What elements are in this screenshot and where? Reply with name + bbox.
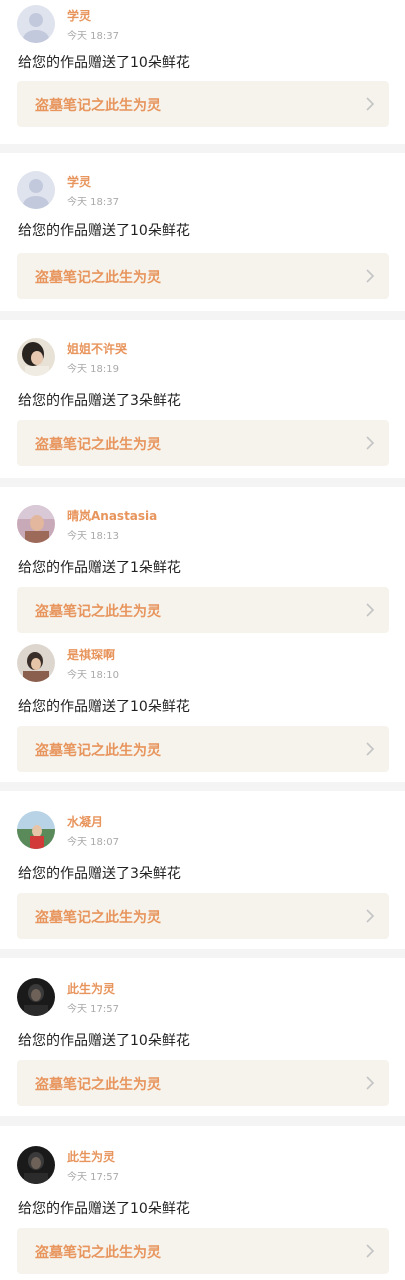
timestamp: 今天 18:37 — [67, 31, 119, 42]
chevron-right-icon — [366, 1076, 375, 1090]
avatar[interactable] — [17, 811, 55, 849]
notification-card: 水凝月 今天 18:07 给您的作品赠送了3朵鲜花 盗墓笔记之此生为灵 — [0, 791, 405, 949]
timestamp: 今天 17:57 — [67, 1172, 119, 1183]
chevron-right-icon — [366, 909, 375, 923]
work-title: 盗墓笔记之此生为灵 — [35, 98, 161, 114]
gift-message: 给您的作品赠送了10朵鲜花 — [18, 1201, 190, 1217]
notification-card: 此生为灵 今天 17:57 给您的作品赠送了10朵鲜花 盗墓笔记之此生为灵 — [0, 1126, 405, 1280]
gift-message: 给您的作品赠送了10朵鲜花 — [18, 55, 190, 71]
work-title: 盗墓笔记之此生为灵 — [35, 270, 161, 286]
avatar[interactable] — [17, 644, 55, 682]
username[interactable]: 学灵 — [67, 7, 91, 24]
work-link-button[interactable]: 盗墓笔记之此生为灵 — [17, 1228, 389, 1274]
avatar[interactable] — [17, 5, 55, 43]
gift-message: 给您的作品赠送了10朵鲜花 — [18, 1033, 190, 1049]
avatar[interactable] — [17, 171, 55, 209]
gift-message: 给您的作品赠送了10朵鲜花 — [18, 699, 190, 715]
work-title: 盗墓笔记之此生为灵 — [35, 437, 161, 453]
notification-card: 学灵 今天 18:37 给您的作品赠送了10朵鲜花 盗墓笔记之此生为灵 — [0, 0, 405, 144]
username[interactable]: 晴岚Anastasia — [67, 507, 157, 524]
timestamp: 今天 18:37 — [67, 197, 119, 208]
username[interactable]: 学灵 — [67, 173, 91, 190]
timestamp: 今天 18:19 — [67, 364, 119, 375]
work-link-button[interactable]: 盗墓笔记之此生为灵 — [17, 253, 389, 299]
chevron-right-icon — [366, 603, 375, 617]
chevron-right-icon — [366, 436, 375, 450]
work-link-button[interactable]: 盗墓笔记之此生为灵 — [17, 420, 389, 466]
username[interactable]: 水凝月 — [67, 813, 103, 830]
avatar[interactable] — [17, 1146, 55, 1184]
work-link-button[interactable]: 盗墓笔记之此生为灵 — [17, 587, 389, 633]
timestamp: 今天 18:13 — [67, 531, 119, 542]
work-title: 盗墓笔记之此生为灵 — [35, 1077, 161, 1093]
work-link-button[interactable]: 盗墓笔记之此生为灵 — [17, 81, 389, 127]
work-title: 盗墓笔记之此生为灵 — [35, 910, 161, 926]
notification-card: 晴岚Anastasia 今天 18:13 给您的作品赠送了1朵鲜花 盗墓笔记之此… — [0, 487, 405, 637]
notification-card: 是祺琛啊 今天 18:10 给您的作品赠送了10朵鲜花 盗墓笔记之此生为灵 — [0, 637, 405, 782]
chevron-right-icon — [366, 269, 375, 283]
gift-message: 给您的作品赠送了1朵鲜花 — [18, 560, 181, 576]
chevron-right-icon — [366, 97, 375, 111]
timestamp: 今天 17:57 — [67, 1004, 119, 1015]
avatar[interactable] — [17, 338, 55, 376]
username[interactable]: 姐姐不许哭 — [67, 340, 127, 357]
chevron-right-icon — [366, 742, 375, 756]
notification-card: 姐姐不许哭 今天 18:19 给您的作品赠送了3朵鲜花 盗墓笔记之此生为灵 — [0, 320, 405, 478]
work-link-button[interactable]: 盗墓笔记之此生为灵 — [17, 1060, 389, 1106]
gift-message: 给您的作品赠送了3朵鲜花 — [18, 393, 181, 409]
notification-card: 学灵 今天 18:37 给您的作品赠送了10朵鲜花 盗墓笔记之此生为灵 — [0, 153, 405, 311]
username[interactable]: 是祺琛啊 — [67, 646, 115, 663]
timestamp: 今天 18:07 — [67, 837, 119, 848]
work-link-button[interactable]: 盗墓笔记之此生为灵 — [17, 726, 389, 772]
work-title: 盗墓笔记之此生为灵 — [35, 743, 161, 759]
avatar[interactable] — [17, 978, 55, 1016]
work-link-button[interactable]: 盗墓笔记之此生为灵 — [17, 893, 389, 939]
avatar[interactable] — [17, 505, 55, 543]
notification-feed: 学灵 今天 18:37 给您的作品赠送了10朵鲜花 盗墓笔记之此生为灵 学灵 今… — [0, 0, 405, 1280]
chevron-right-icon — [366, 1244, 375, 1258]
work-title: 盗墓笔记之此生为灵 — [35, 604, 161, 620]
username[interactable]: 此生为灵 — [67, 1148, 115, 1165]
work-title: 盗墓笔记之此生为灵 — [35, 1245, 161, 1261]
timestamp: 今天 18:10 — [67, 670, 119, 681]
notification-card: 此生为灵 今天 17:57 给您的作品赠送了10朵鲜花 盗墓笔记之此生为灵 — [0, 958, 405, 1116]
gift-message: 给您的作品赠送了10朵鲜花 — [18, 223, 190, 239]
username[interactable]: 此生为灵 — [67, 980, 115, 997]
gift-message: 给您的作品赠送了3朵鲜花 — [18, 866, 181, 882]
